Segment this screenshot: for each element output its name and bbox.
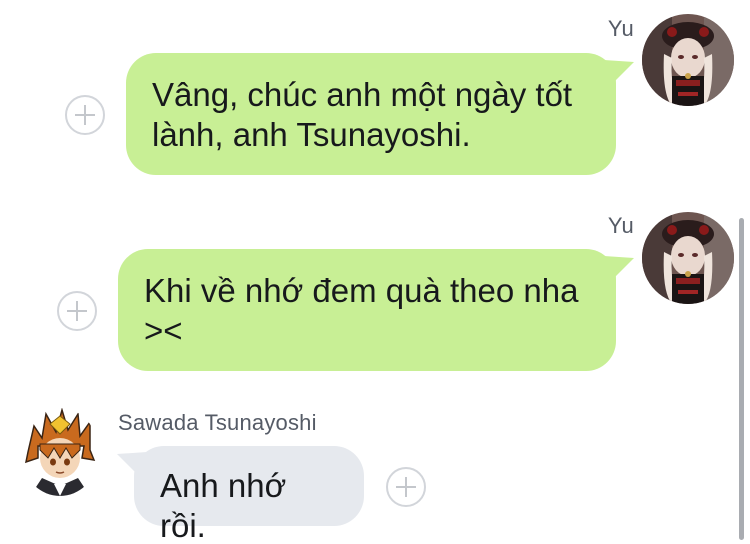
- message-bubble[interactable]: Khi về nhớ đem quà theo nha ><: [118, 249, 616, 371]
- message-line: Anh nhớ rồi.: [160, 467, 287, 544]
- avatar-gothic-girl-icon: [642, 212, 734, 304]
- message-line: ><: [144, 312, 183, 349]
- avatar-gothic-girl-icon: [642, 14, 734, 106]
- add-reaction-button[interactable]: [65, 95, 105, 135]
- add-reaction-button[interactable]: [57, 291, 97, 331]
- message-line: Khi về nhớ đem quà theo nha: [144, 272, 579, 309]
- sender-name-yu: Yu: [607, 213, 634, 238]
- chat-window: Yu Vâng, chúc anh một ngày tốt lành, anh…: [0, 0, 750, 544]
- scrollbar[interactable]: [739, 218, 744, 540]
- sender-name-tsunayoshi: Sawada Tsunayoshi: [118, 410, 317, 435]
- avatar-yu[interactable]: [642, 212, 734, 304]
- message-bubble[interactable]: Anh nhớ rồi.: [134, 446, 364, 544]
- add-reaction-button[interactable]: [386, 467, 426, 507]
- message-bubble[interactable]: Vâng, chúc anh một ngày tốt lành, anh Ts…: [126, 53, 616, 175]
- avatar-spiky-orange-hair-icon: [24, 408, 96, 496]
- avatar-tsunayoshi[interactable]: [24, 408, 96, 496]
- avatar-yu[interactable]: [642, 14, 734, 106]
- sender-name-yu: Yu: [607, 16, 634, 41]
- message-line: Vâng, chúc anh một ngày tốt: [152, 76, 573, 113]
- message-line: lành, anh Tsunayoshi.: [152, 116, 471, 153]
